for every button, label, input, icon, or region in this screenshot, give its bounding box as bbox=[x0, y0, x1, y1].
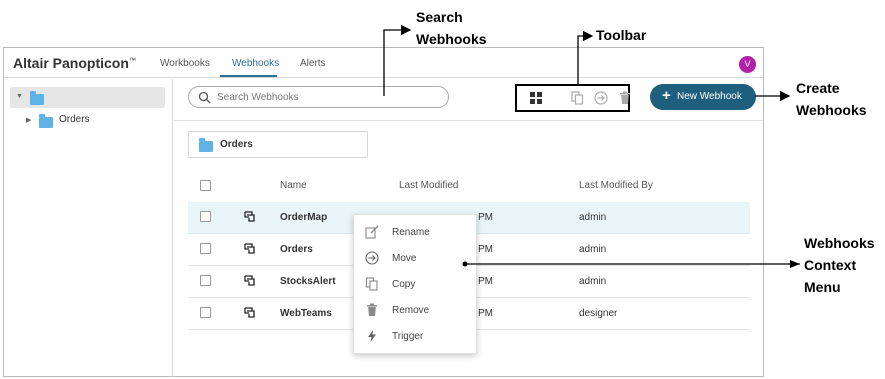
callout-text: Create bbox=[796, 80, 840, 96]
callout-create-webhooks: Create Webhooks bbox=[796, 77, 867, 121]
callout-text: Search bbox=[416, 9, 463, 25]
callout-context-menu: Webhooks Context Menu bbox=[804, 232, 875, 298]
callout-text: Webhooks bbox=[796, 102, 867, 118]
callout-arrows bbox=[383, 24, 800, 268]
callout-search-webhooks: Search Webhooks bbox=[416, 6, 487, 50]
callout-text: Context bbox=[804, 257, 857, 273]
callout-text: Webhooks bbox=[416, 31, 487, 47]
callout-text: Menu bbox=[804, 279, 841, 295]
callout-text: Webhooks bbox=[804, 235, 875, 251]
callout-toolbar: Toolbar bbox=[596, 27, 647, 43]
